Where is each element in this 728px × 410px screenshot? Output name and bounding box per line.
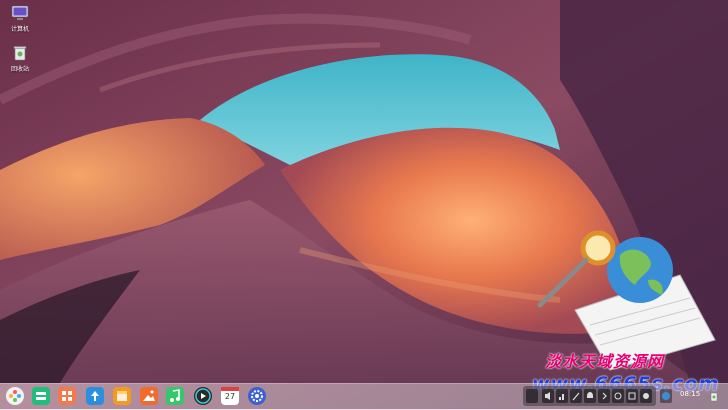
tray-item-9[interactable]	[660, 389, 672, 403]
tray-item-2[interactable]	[556, 389, 568, 403]
globe-icon	[662, 392, 670, 400]
desktop-icon-trash[interactable]: 回收站	[0, 44, 40, 73]
image-viewer-button[interactable]	[140, 387, 158, 405]
image-viewer-icon	[143, 390, 155, 401]
settings-button[interactable]	[248, 387, 266, 405]
tray-item-7[interactable]	[626, 389, 638, 403]
music-icon	[170, 389, 180, 402]
launcher-button[interactable]	[6, 387, 24, 405]
multitask-view-icon	[36, 392, 46, 400]
clock[interactable]: 08:15	[680, 390, 700, 398]
music-button[interactable]	[166, 387, 184, 405]
tray-expand-button[interactable]	[598, 389, 610, 403]
chevron-right-icon	[602, 392, 607, 400]
video-player-icon	[195, 388, 211, 404]
show-desktop-button[interactable]	[526, 389, 538, 403]
network-icon	[559, 394, 564, 400]
package-button[interactable]	[113, 387, 131, 405]
tray-item-8[interactable]	[640, 389, 652, 403]
window-icon	[628, 392, 636, 400]
trash-icon	[11, 44, 29, 62]
desktop-icon-computer[interactable]: 计算机	[0, 4, 40, 33]
notification-icon	[587, 392, 593, 398]
video-player-button[interactable]	[194, 387, 212, 405]
tray-item-3[interactable]	[570, 389, 582, 403]
volume-button[interactable]	[542, 389, 554, 403]
file-manager-button[interactable]	[86, 387, 104, 405]
file-manager-icon	[91, 391, 99, 401]
app-store-icon	[62, 391, 72, 401]
calendar-day: 27	[224, 392, 236, 401]
multitask-view-button[interactable]	[32, 387, 50, 405]
calendar-button[interactable]: 27	[221, 387, 239, 405]
volume-icon	[545, 392, 550, 400]
app-store-button[interactable]	[58, 387, 76, 405]
power-icon	[614, 392, 622, 400]
desktop-icon-trash-label: 回收站	[10, 66, 29, 73]
computer-icon	[11, 4, 29, 22]
settings-icon	[251, 390, 263, 402]
tray-item-4[interactable]	[584, 389, 596, 403]
record-icon	[643, 393, 649, 399]
trash-icon	[710, 392, 718, 402]
pen-icon	[572, 392, 580, 401]
package-icon	[117, 391, 127, 401]
trash-tray-button[interactable]	[708, 389, 720, 403]
launcher-icon	[9, 390, 21, 402]
watermark-chinese-text: 淡水天域资源网	[545, 352, 665, 371]
tray-item-6[interactable]	[612, 389, 624, 403]
desktop-icon-computer-label: 计算机	[10, 26, 29, 33]
